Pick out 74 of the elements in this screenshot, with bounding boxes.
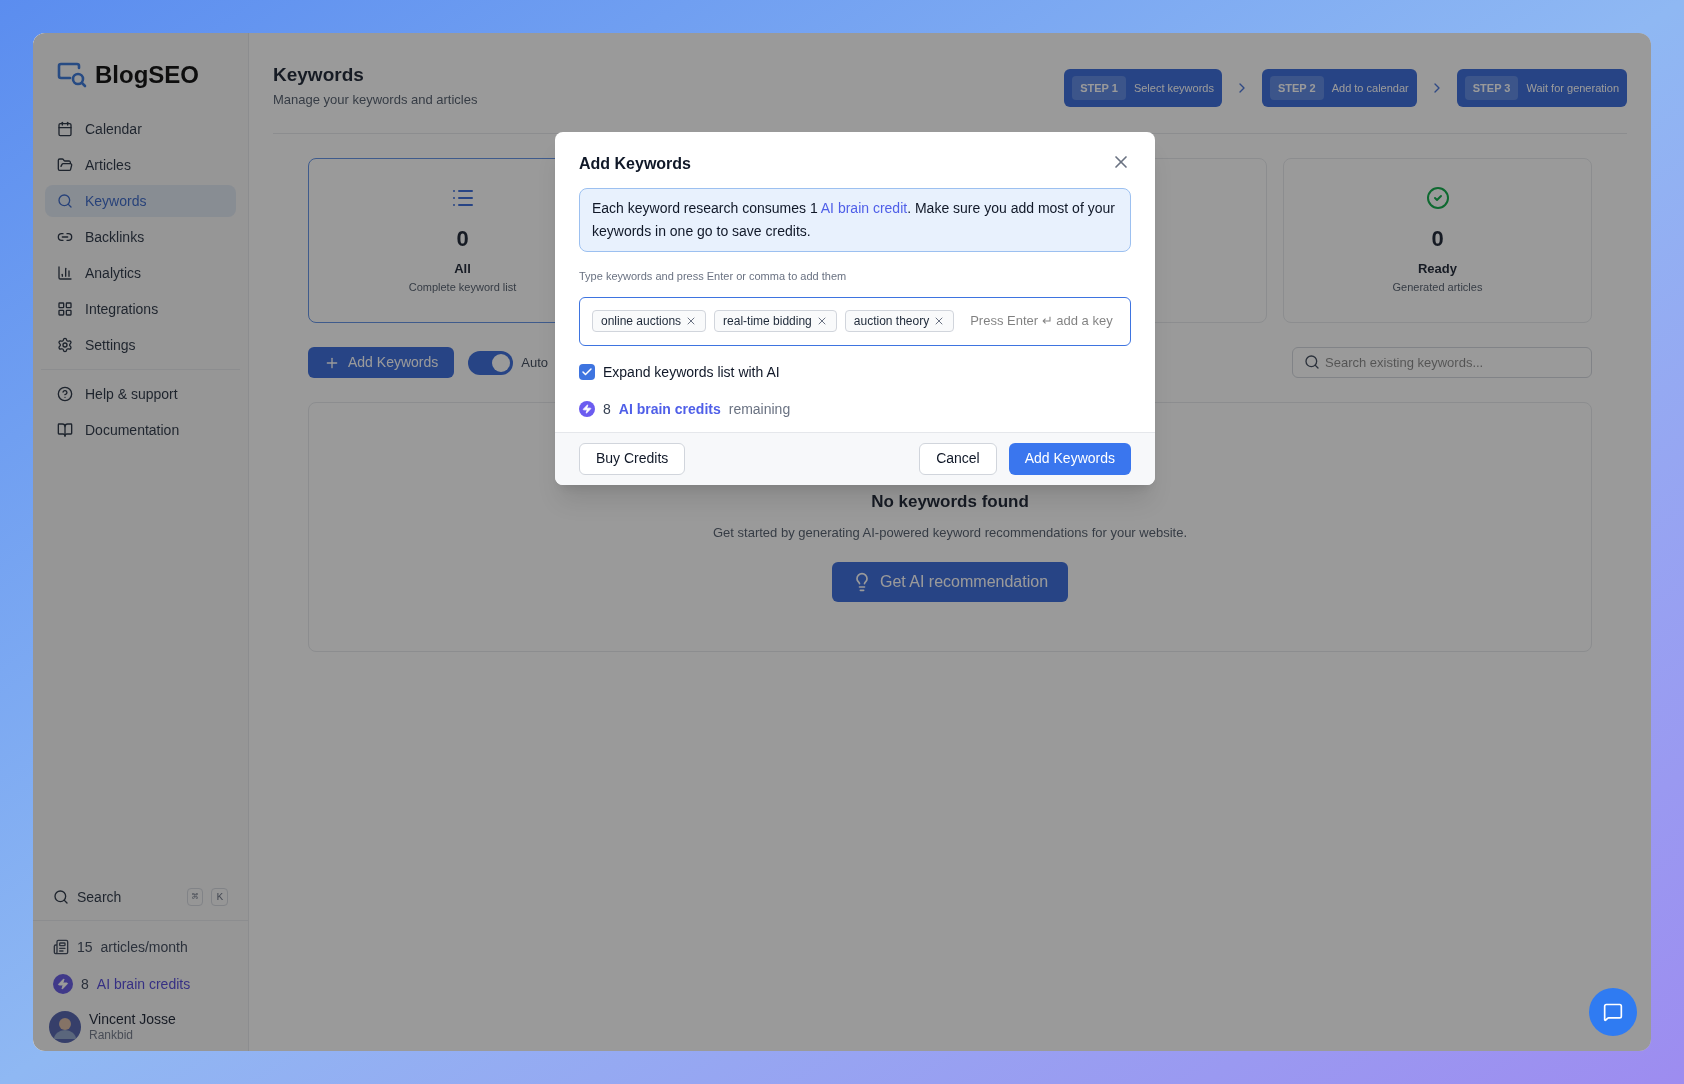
user-name: Vincent Josse [89,1010,176,1028]
sidebar-item[interactable]: Calendar [45,113,236,145]
sidebar-item[interactable]: Backlinks [45,221,236,253]
calendar-icon [57,121,73,137]
lightning-icon [53,974,73,994]
shortcut-key: K [211,887,228,907]
toggle-switch[interactable] [468,350,514,375]
page-title: Keywords [273,63,365,87]
cancel-button[interactable]: Cancel [919,442,997,475]
credits-suffix: remaining [728,399,791,419]
sidebar-item[interactable]: Keywords [45,185,236,217]
avatar [49,1010,81,1043]
search-field[interactable]: Search existing keywords... [1292,347,1592,378]
keyword-tag: auction theory [844,310,955,332]
page-subtitle: Manage your keywords and articles [273,90,478,109]
step-label: Select keywords [1133,80,1214,96]
step-label: Wait for generation [1526,80,1619,96]
stat-title: All [454,260,471,278]
articles-count: 15 [77,937,93,957]
buy-credits-button[interactable]: Buy Credits [579,442,686,475]
step-number: STEP 3 [1464,75,1519,101]
credits-count: 8 [81,974,89,994]
logo-icon [57,62,87,88]
articles-label: articles/month [100,937,188,957]
search-icon [57,193,73,209]
sidebar-item[interactable]: Help & support [45,378,236,410]
user-company: Rankbid [89,1028,135,1043]
stat-card[interactable]: 0 Ready Generated articles [1283,158,1592,323]
check-circle-icon [1425,186,1450,210]
stat-value: 0 [1431,225,1444,253]
sidebar-item[interactable]: Articles [45,149,236,181]
credits-link[interactable]: AI brain credits [618,398,721,420]
grid-icon [57,301,73,317]
folder-icon [57,157,73,173]
bar-chart-icon [57,265,73,281]
chat-icon [1603,1002,1623,1022]
search-link[interactable]: Search [77,886,179,908]
brand-name: BlogSEO [95,60,199,90]
newspaper-icon [53,939,69,955]
stat-caption: Generated articles [1392,279,1483,295]
toggle-label: Auto [521,353,549,372]
step-number: STEP 2 [1269,75,1324,101]
help-icon [57,386,73,402]
check-icon [581,366,593,378]
keyword-tag: real-time bidding [714,310,837,332]
keyword-input[interactable]: Press Enter ↵ add a key [970,311,1118,331]
stat-caption: Complete keyword list [408,279,517,295]
stat-value: 0 [456,225,469,253]
sidebar-item[interactable]: Analytics [45,257,236,289]
keyword-tag: online auctions [592,310,707,332]
sidebar-item[interactable]: Integrations [45,293,236,325]
credits-link[interactable]: AI brain credits [96,973,191,995]
shortcut-key: ⌘ [186,887,204,907]
sidebar-item[interactable]: Documentation [45,414,236,446]
search-icon [53,889,69,905]
chat-button[interactable] [1589,988,1637,1036]
add-keywords-button[interactable]: Add Keywords [308,347,455,378]
sidebar-item[interactable]: Settings [45,329,236,361]
search-icon [1304,354,1320,370]
stat-title: Ready [1418,260,1457,278]
credit-notice: Each keyword research consumes 1 AI brain credit. Make sure you add most of your keywords in one go to save credits. [579,188,1131,252]
checkbox-label: Expand keywords list with AI [603,362,780,382]
book-icon [57,422,73,438]
step-number: STEP 1 [1072,75,1126,101]
add-keywords-button[interactable]: Add Keywords [1008,442,1131,475]
credits-count: 8 [603,399,611,419]
empty-text: Get started by generating AI-powered keyword recommendations for your website. [713,523,1187,542]
settings-icon [57,337,73,353]
recommendation-button[interactable]: Get AI recommendation [831,562,1069,602]
lightning-icon [579,401,595,417]
checkbox[interactable] [579,364,595,380]
keywords-field[interactable]: online auctions real-time bidding auction theory Press Enter ↵ add a key [579,296,1131,346]
step-label: Add to calendar [1331,80,1409,96]
empty-title: No keywords found [871,491,1029,513]
